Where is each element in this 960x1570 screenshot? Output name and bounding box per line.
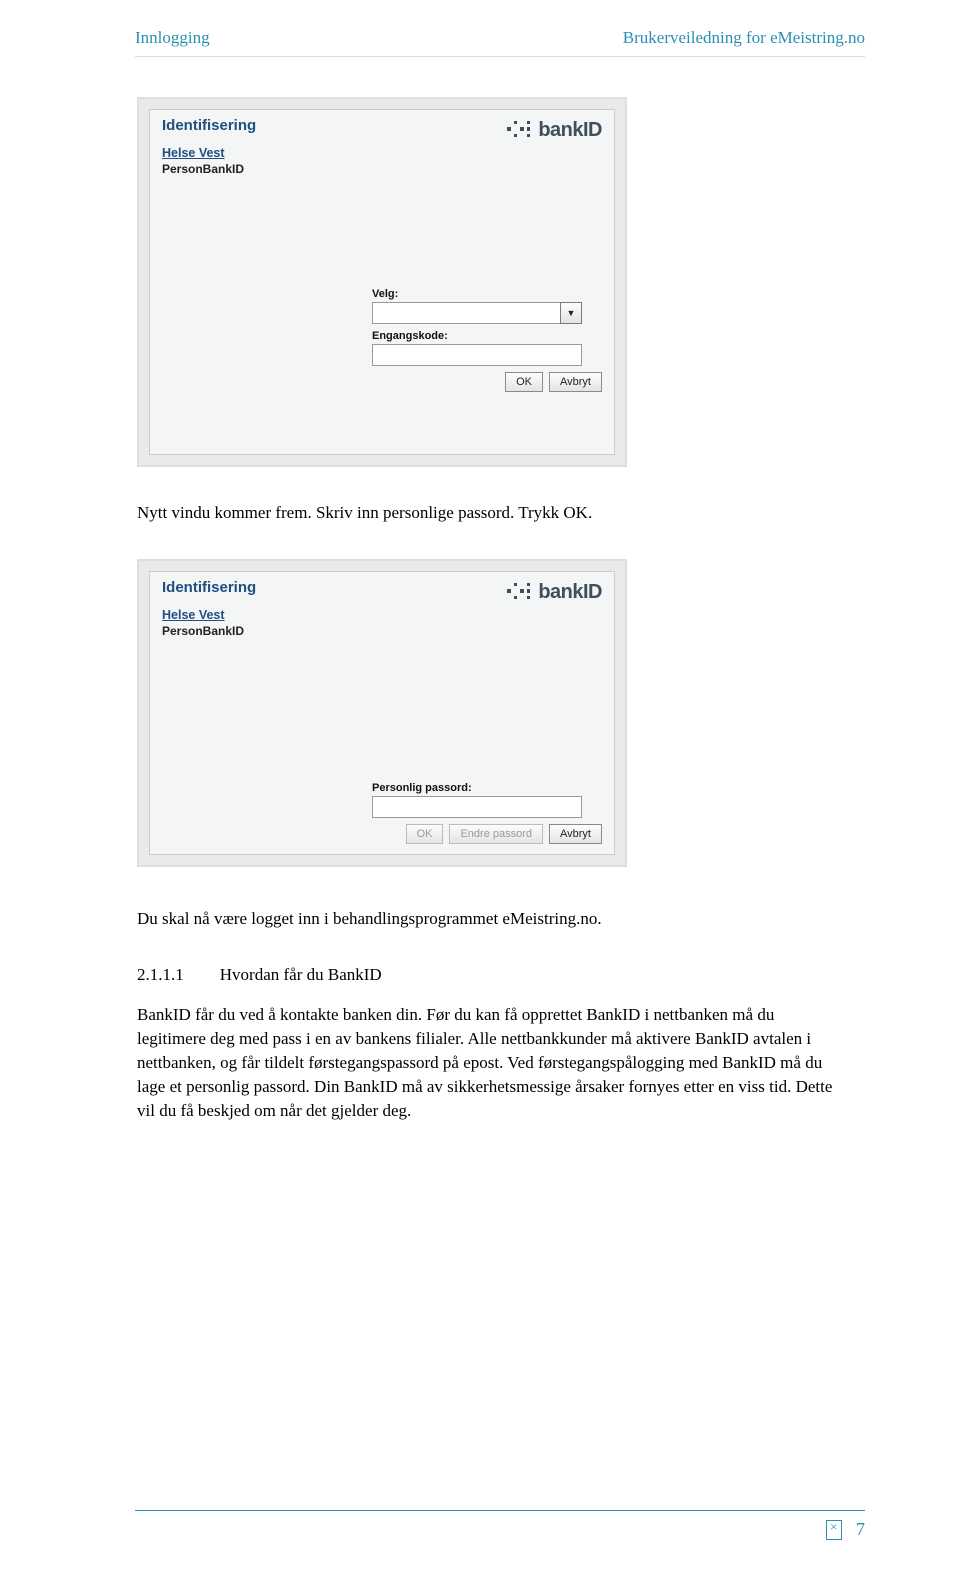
bankid-logo-text: bankID: [538, 581, 602, 604]
page-number: 7: [856, 1519, 865, 1540]
header-left: Innlogging: [135, 28, 210, 48]
otp-label: Engangskode:: [372, 330, 602, 342]
bankid-logo-text: bankID: [538, 119, 602, 142]
bankid-title: Identifisering: [162, 579, 256, 604]
section-howto-bankid: 2.1.1.1 Hvordan får du BankID BankID får…: [137, 965, 865, 1124]
bankid-window-inner: Identifisering bankID Helse Vest PersonB…: [149, 109, 615, 455]
bankid-sub: PersonBankID: [162, 160, 602, 176]
bankid-logo-dots-icon: [507, 121, 530, 141]
bankid-sub: PersonBankID: [162, 622, 602, 638]
bankid-org-link[interactable]: Helse Vest: [162, 608, 602, 622]
bankid-title: Identifisering: [162, 117, 256, 142]
page-marker-icon: [826, 1520, 842, 1540]
select-label: Velg:: [372, 288, 602, 300]
bankid-window-password: Identifisering bankID Helse Vest PersonB…: [137, 559, 627, 867]
page-footer: 7: [135, 1510, 865, 1540]
ok-button[interactable]: OK: [505, 372, 543, 392]
cancel-button[interactable]: Avbryt: [549, 372, 602, 392]
header-divider: [135, 56, 865, 57]
section-number: 2.1.1.1: [137, 965, 184, 985]
header-right: Brukerveiledning for eMeistring.no: [623, 28, 865, 48]
bankid-logo: bankID: [507, 117, 602, 142]
change-password-button[interactable]: Endre passord: [449, 824, 543, 844]
password-input[interactable]: [372, 796, 582, 818]
chevron-down-icon[interactable]: ▼: [560, 302, 582, 324]
section-body: BankID får du ved å kontakte banken din.…: [137, 1003, 865, 1124]
select-input[interactable]: [372, 302, 582, 324]
password-label: Personlig passord:: [372, 782, 602, 794]
section-title: Hvordan får du BankID: [220, 965, 382, 985]
page-header: Innlogging Brukerveiledning for eMeistri…: [135, 28, 865, 48]
instruction-text-2: Du skal nå være logget inn i behandlings…: [137, 907, 865, 931]
ok-button[interactable]: OK: [406, 824, 444, 844]
bankid-logo: bankID: [507, 579, 602, 604]
bankid-org-link[interactable]: Helse Vest: [162, 146, 602, 160]
instruction-text-1: Nytt vindu kommer frem. Skriv inn person…: [137, 501, 865, 525]
bankid-logo-dots-icon: [507, 583, 530, 603]
cancel-button[interactable]: Avbryt: [549, 824, 602, 844]
bankid-window-otp: Identifisering bankID Helse Vest PersonB…: [137, 97, 627, 467]
otp-input[interactable]: [372, 344, 582, 366]
bankid-window-inner: Identifisering bankID Helse Vest PersonB…: [149, 571, 615, 855]
select-wrap[interactable]: ▼: [372, 302, 582, 324]
footer-divider: [135, 1510, 865, 1511]
